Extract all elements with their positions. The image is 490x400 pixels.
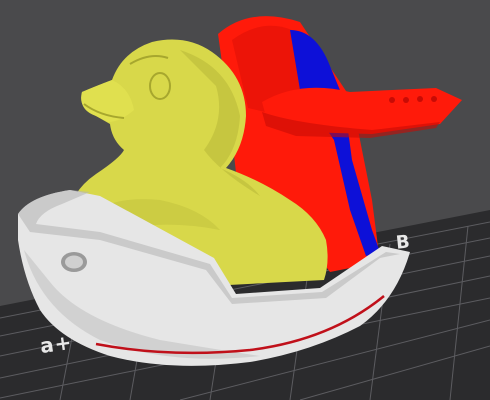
3d-viewport[interactable]: a+ B (0, 0, 490, 400)
bed-label-right: B (394, 231, 412, 254)
bed-label-front-left: a+ (38, 329, 74, 359)
scene-canvas[interactable] (0, 0, 490, 400)
